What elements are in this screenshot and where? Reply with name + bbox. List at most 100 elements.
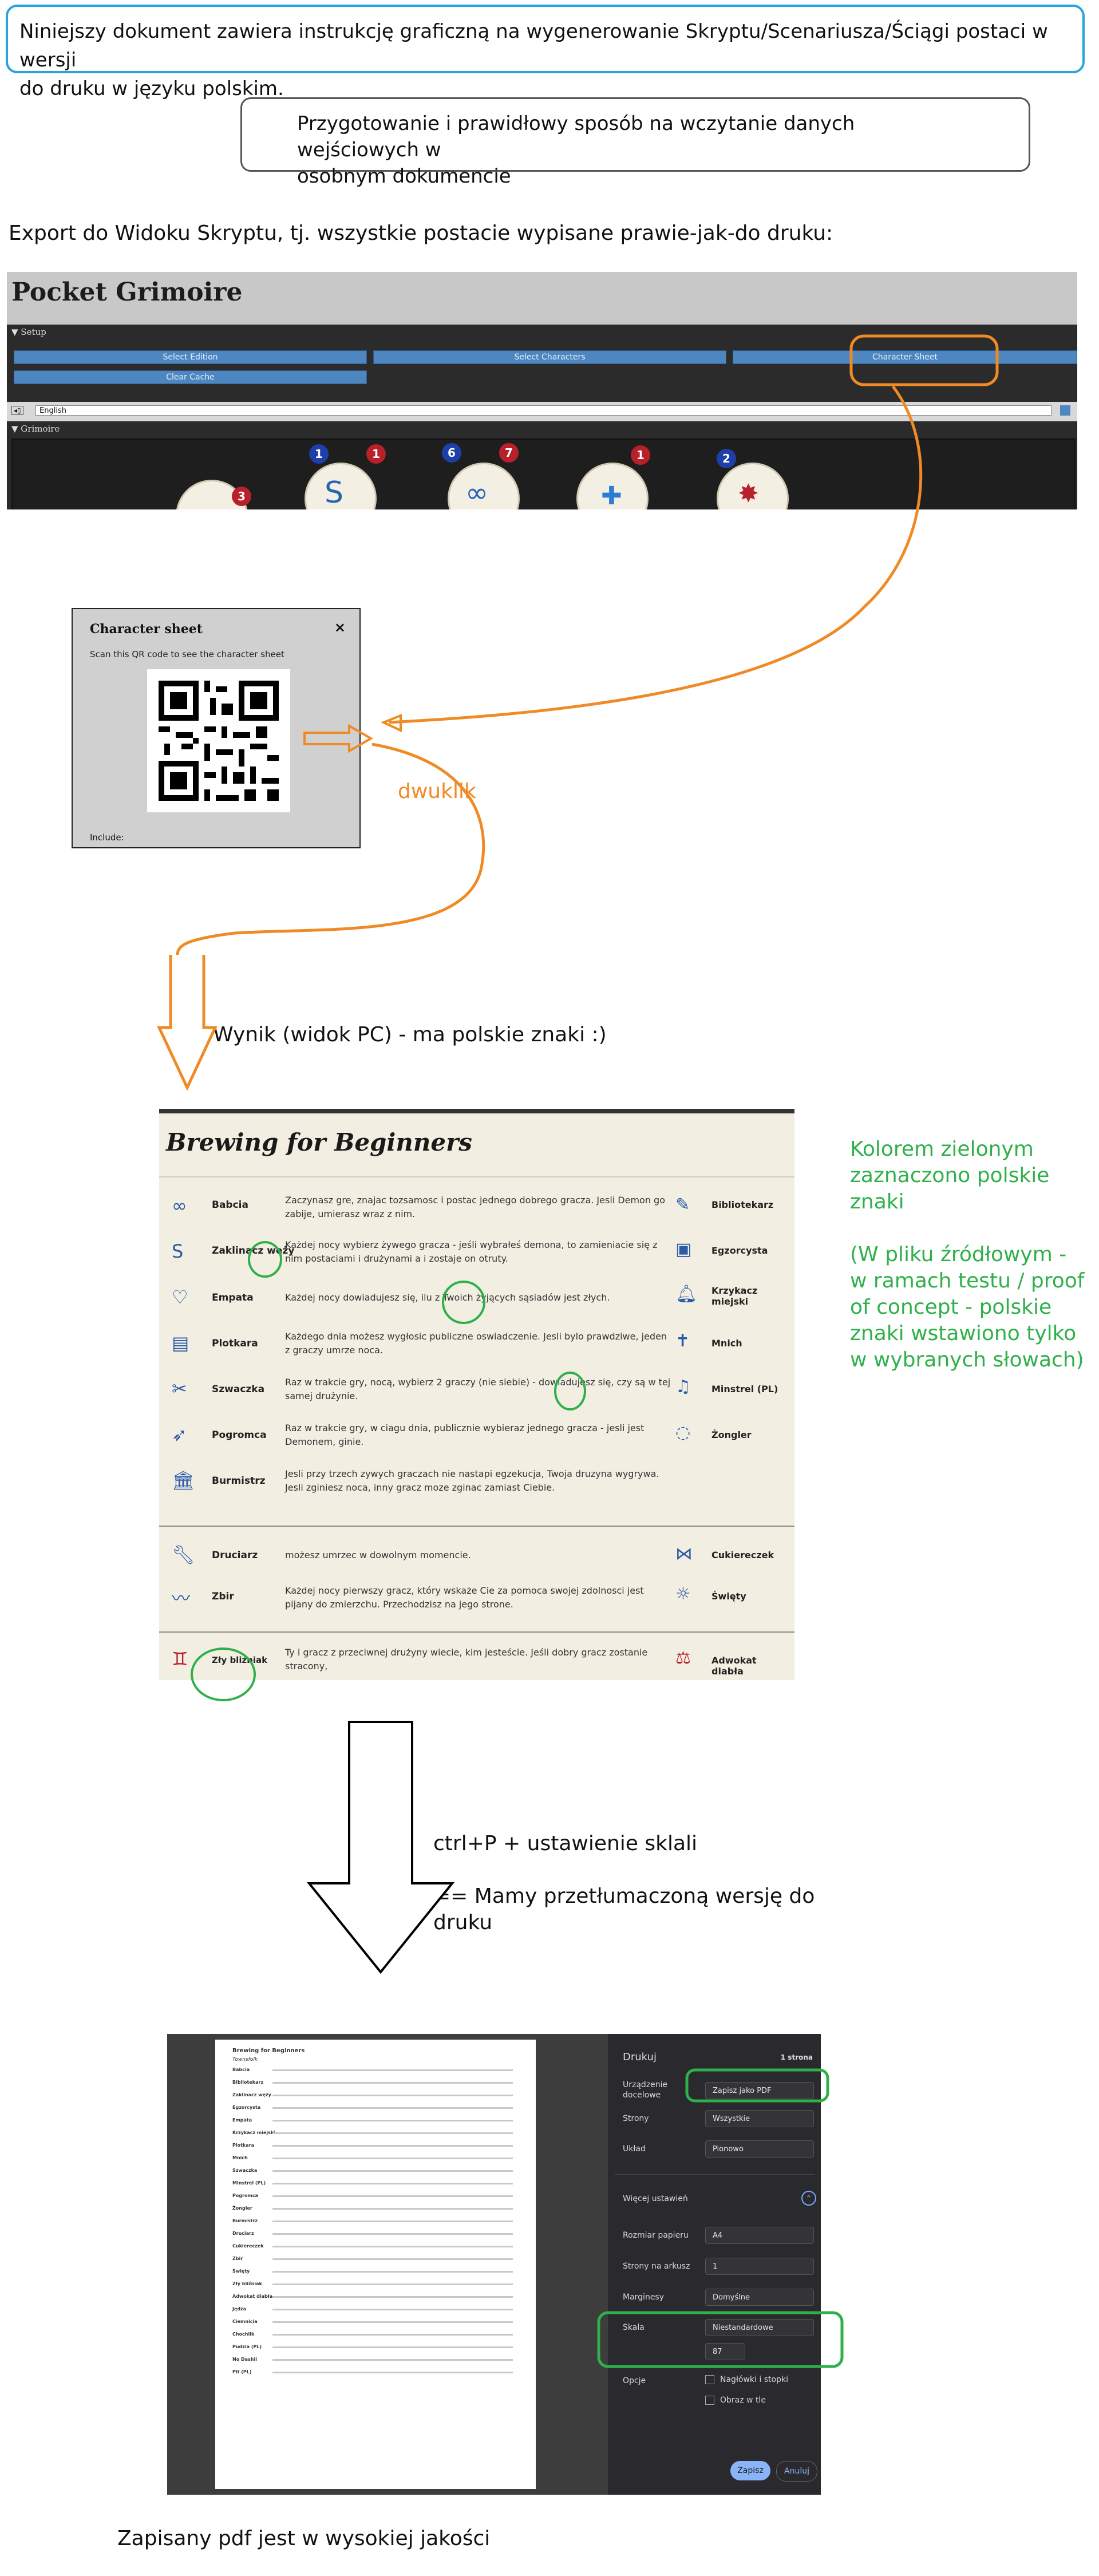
- preview-item: Druciarz: [232, 2231, 254, 2236]
- intro-line-1: Niniejszy dokument zawiera instrukcję gr…: [19, 20, 1048, 72]
- arrow-head: [380, 714, 402, 733]
- token[interactable]: S: [305, 463, 377, 509]
- preview-text-line: [272, 2082, 513, 2084]
- clear-cache-button[interactable]: Clear Cache: [14, 370, 367, 384]
- token[interactable]: ∞: [448, 463, 520, 509]
- language-confirm-checkbox[interactable]: [1060, 405, 1070, 416]
- green-note: Kolorem zielonym zaznaczono polskie znak…: [850, 1136, 1084, 1373]
- per-sheet-label: Strony na arkusz: [623, 2262, 690, 2271]
- close-icon[interactable]: ×: [334, 619, 346, 635]
- preview-item: Egzorcysta: [232, 2105, 261, 2110]
- paper-size-select[interactable]: A4: [705, 2227, 814, 2244]
- scissors-icon: ✂: [172, 1378, 187, 1400]
- book-icon: ✎: [675, 1195, 690, 1215]
- preview-item: Chochlik: [232, 2332, 255, 2337]
- include-label: Include:: [90, 832, 124, 843]
- prep-line-2: osobnym dokumencie: [297, 165, 511, 188]
- character-name: Mnich: [711, 1338, 742, 1349]
- page-count: 1 strona: [780, 2053, 813, 2061]
- preview-item: Cukiereczek: [232, 2243, 264, 2249]
- background-checkbox[interactable]: [705, 2396, 714, 2405]
- chevron-up-icon[interactable]: ⌃: [801, 2191, 816, 2206]
- save-button[interactable]: Zapisz: [730, 2461, 770, 2480]
- character-name: Empata: [212, 1292, 254, 1303]
- monk-icon: ✝: [675, 1331, 690, 1351]
- prep-line-1: Przygotowanie i prawidłowy sposób na wcz…: [297, 112, 855, 161]
- destination-select[interactable]: Zapisz jako PDF: [705, 2082, 814, 2099]
- brewing-screenshot: Brewing for Beginners ∞ Babcia Zaczynasz…: [159, 1109, 794, 1680]
- character-name: Zły bliźniak: [212, 1655, 268, 1665]
- preview-text-line: [272, 2145, 513, 2147]
- select-characters-button[interactable]: Select Characters: [373, 350, 726, 364]
- character-name: Bibliotekarz: [711, 1199, 774, 1210]
- preview-item: Pit (PL): [232, 2369, 252, 2374]
- scale-select[interactable]: Niestandardowe: [705, 2319, 814, 2336]
- select-edition-button[interactable]: Select Edition: [14, 350, 367, 364]
- language-icon: ◂▯: [11, 406, 23, 415]
- preview-text-line: [272, 2069, 513, 2071]
- wrench-icon: 🔧︎: [172, 1544, 195, 1566]
- character-name: Egzorcysta: [711, 1245, 768, 1256]
- paper-size-label: Rozmiar papieru: [623, 2231, 689, 2240]
- token[interactable]: ✸: [717, 463, 789, 509]
- juggler-icon: ◌: [675, 1423, 691, 1443]
- preview-text-line: [272, 2107, 513, 2109]
- preview-text-line: [272, 2208, 513, 2210]
- preview-item: Żongler: [232, 2206, 252, 2211]
- print-dialog-screenshot: Brewing for Beginners Townsfolk Babcia Bi…: [167, 2034, 821, 2495]
- pages-select[interactable]: Wszystkie: [705, 2110, 814, 2127]
- headers-checkbox[interactable]: [705, 2375, 714, 2384]
- preview-item: Jędza: [232, 2306, 247, 2312]
- per-sheet-select[interactable]: 1: [705, 2258, 814, 2275]
- snake-icon: S: [325, 476, 344, 509]
- bell-icon: 🔔︎: [675, 1284, 698, 1304]
- saint-icon: ☼: [675, 1584, 691, 1604]
- qr-code[interactable]: [147, 669, 290, 812]
- layout-select[interactable]: Pionowo: [705, 2140, 814, 2158]
- character-ability: Raz w trakcie gry, nocą, wybierz 2 gracz…: [285, 1377, 671, 1401]
- preview-item: Święty: [232, 2269, 250, 2274]
- character-ability: Każdej nocy wybierz żywego gracza - jeśl…: [285, 1239, 658, 1264]
- character-sheet-button[interactable]: Character Sheet: [733, 350, 1077, 364]
- cancel-button[interactable]: Anuluj: [776, 2461, 817, 2482]
- preview-text-line: [272, 2132, 513, 2134]
- down-arrow: [306, 1721, 455, 1974]
- saved-text: Zapisany pdf jest w wysokiej jakości: [117, 2527, 491, 2550]
- orange-down-arrow: [157, 955, 218, 1091]
- pocket-grimoire-screenshot: Pocket Grimoire ▼ Setup Select Edition S…: [7, 272, 1077, 509]
- preview-item: Empata: [232, 2117, 252, 2123]
- green-note-line: zaznaczono polskie: [850, 1164, 1050, 1187]
- modal-description: Scan this QR code to see the character s…: [90, 649, 284, 659]
- crossbow-icon: ➶: [172, 1424, 187, 1445]
- pages-label: Strony: [623, 2114, 649, 2123]
- scroll-icon: ▤: [172, 1332, 189, 1354]
- preview-item: Krzykacz miejski: [232, 2130, 275, 2135]
- crosshair-icon: ✚: [601, 481, 622, 509]
- divider: [615, 2174, 815, 2175]
- reminder-badge: 2: [717, 449, 736, 468]
- preview-text-line: [272, 2195, 513, 2197]
- moustache-icon: 〰: [172, 1587, 191, 1609]
- character-name: Święty: [711, 1591, 746, 1602]
- scale-label: Skala: [623, 2323, 645, 2332]
- qr-code-icon: [147, 669, 290, 812]
- preview-item: Zaklinacz węży: [232, 2092, 271, 2097]
- margins-select[interactable]: Domyślne: [705, 2289, 814, 2306]
- preview-text-line: [272, 2346, 513, 2348]
- destination-label: Urządzenie docelowe: [623, 2080, 668, 2100]
- more-settings-label[interactable]: Więcej ustawień: [623, 2194, 688, 2203]
- preview-text-line: [272, 2321, 513, 2323]
- preview-item: Ciemnicia: [232, 2319, 258, 2324]
- character-ability: możesz umrzec w dowolnym momencie.: [285, 1550, 471, 1560]
- preview-item: Mnich: [232, 2155, 248, 2160]
- script-title: Brewing for Beginners: [166, 1128, 472, 1156]
- token[interactable]: ✚: [576, 463, 649, 509]
- setup-label[interactable]: ▼ Setup: [11, 327, 46, 337]
- translated-line: == Mamy przetłumaczoną wersję do: [433, 1884, 815, 1908]
- preview-text-line: [272, 2334, 513, 2336]
- scale-value-input[interactable]: 87: [705, 2343, 745, 2360]
- character-ability: Każdej nocy dowiadujesz się, ilu z Twoic…: [285, 1292, 610, 1303]
- grimoire-label[interactable]: ▼ Grimoire: [11, 424, 60, 434]
- language-select[interactable]: English: [35, 405, 1051, 416]
- layout-label: Układ: [623, 2144, 646, 2154]
